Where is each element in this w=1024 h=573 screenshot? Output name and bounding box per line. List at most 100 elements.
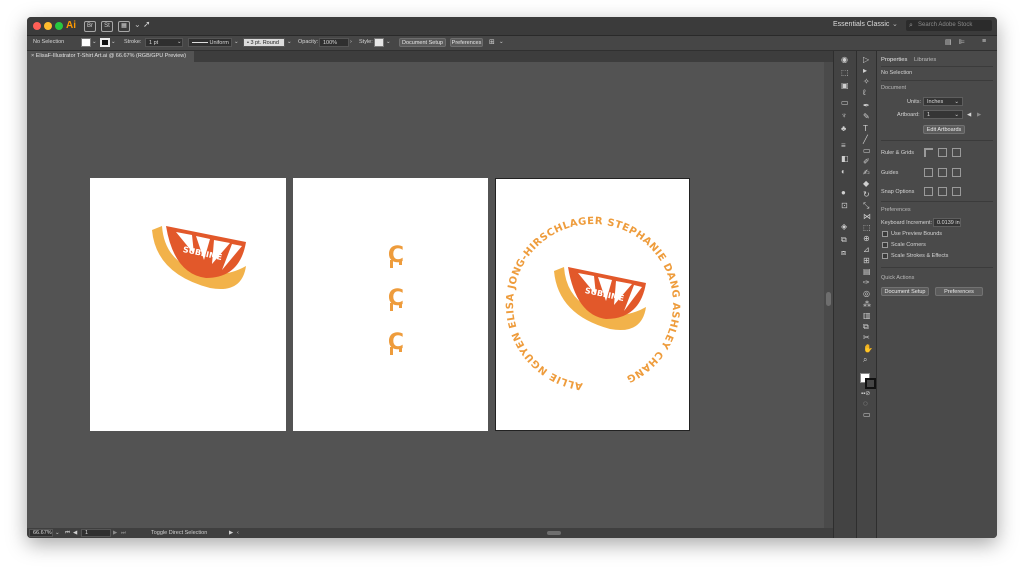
scale-tool-icon[interactable]: ⤡ — [863, 202, 869, 210]
color-mode-icon[interactable]: ▪▪⊘ — [861, 390, 870, 398]
workspace-chevron-icon[interactable]: ⌄ — [892, 20, 898, 28]
direct-selection-tool-icon[interactable]: ▸ — [863, 67, 867, 75]
opacity-arrow-icon[interactable]: › — [350, 39, 352, 45]
zoom-tool-icon[interactable]: ⌕ — [863, 356, 867, 364]
stroke-swatch[interactable] — [100, 38, 110, 47]
show-guides-icon[interactable] — [924, 168, 933, 177]
align-icon[interactable]: ▤ — [945, 38, 952, 46]
pixel-grid-icon[interactable] — [952, 148, 961, 157]
opacity-label[interactable]: Opacity: — [298, 39, 318, 45]
width-tool-icon[interactable]: ⋈ — [863, 213, 871, 221]
graphic-style-swatch[interactable] — [374, 38, 384, 47]
curvature-tool-icon[interactable]: ✎ — [863, 113, 870, 121]
gradient-icon[interactable]: ◧ — [841, 155, 849, 163]
shape-builder-tool-icon[interactable]: ⊕ — [863, 235, 870, 243]
status-menu-icon[interactable]: ▶ — [229, 530, 233, 536]
blend-tool-icon[interactable]: ◎ — [863, 290, 870, 298]
rotate-tool-icon[interactable]: ↻ — [863, 191, 870, 199]
layers-icon[interactable]: ◈ — [841, 223, 847, 231]
stroke-chevron-icon[interactable]: ⌄ — [111, 39, 116, 45]
shaper-tool-icon[interactable]: ✍ — [863, 169, 870, 177]
transparency-icon[interactable]: ◐ — [841, 168, 846, 176]
lasso-tool-icon[interactable]: ℓ — [863, 89, 866, 97]
type-tool-icon[interactable]: T — [863, 125, 868, 133]
zoom-window-button[interactable] — [55, 22, 63, 30]
artboard-1[interactable]: SUBLIME — [90, 178, 286, 431]
color-icon[interactable]: ● — [841, 189, 846, 197]
symbol-sprayer-tool-icon[interactable]: ⁂ — [863, 301, 871, 309]
snap-to-point-icon[interactable] — [924, 187, 933, 196]
use-preview-bounds-checkbox[interactable] — [882, 231, 888, 237]
export-icon[interactable]: ⬚ — [841, 69, 849, 77]
perspective-grid-tool-icon[interactable]: ⊿ — [863, 246, 870, 254]
scale-strokes-checkbox[interactable] — [882, 253, 888, 259]
status-back-icon[interactable]: ‹ — [237, 530, 239, 536]
scale-corners-checkbox[interactable] — [882, 242, 888, 248]
stroke-weight-chevron-icon[interactable]: ⌄ — [177, 39, 182, 45]
bridge-icon[interactable]: Br — [84, 21, 96, 32]
artboard-navigation-field[interactable]: 1 — [81, 529, 111, 537]
transform-chevron-icon[interactable]: ⌄ — [499, 39, 504, 45]
document-setup-panel-button[interactable]: Document Setup — [881, 287, 929, 296]
brush-chevron-icon[interactable]: ⌄ — [287, 39, 292, 45]
close-window-button[interactable] — [33, 22, 41, 30]
zoom-chevron-icon[interactable]: ⌄ — [55, 530, 60, 536]
tab-properties[interactable]: Properties — [881, 57, 907, 63]
distribute-icon[interactable]: ⊫ — [959, 38, 965, 46]
artboard-tool-icon[interactable]: ⧉ — [863, 323, 869, 331]
canvas[interactable]: SUBLIME C C C ALLIE NGUYEN ELISA JONG-HI… — [27, 62, 833, 528]
send-icon[interactable]: ➚ — [143, 19, 151, 30]
hand-tool-icon[interactable]: ✋ — [863, 345, 873, 353]
previous-artboard-icon[interactable]: ◀ — [73, 530, 77, 536]
fill-chevron-icon[interactable]: ⌄ — [92, 39, 97, 45]
brushes-icon[interactable]: ♆ — [841, 112, 847, 120]
opacity-field[interactable]: 100% — [319, 38, 349, 47]
stock-icon[interactable]: St — [101, 21, 113, 32]
artboard-2[interactable]: C C C — [293, 178, 488, 431]
next-artboard-icon[interactable]: ▶ — [113, 530, 117, 536]
preferences-panel-button[interactable]: Preferences — [935, 287, 983, 296]
brush-definition[interactable]: • 3 pt. Round — [243, 38, 285, 47]
navigator-icon[interactable]: ▣ — [841, 82, 849, 90]
tab-libraries[interactable]: Libraries — [914, 57, 936, 63]
zoom-field[interactable]: 66.67% — [29, 529, 53, 537]
eraser-tool-icon[interactable]: ◆ — [863, 180, 869, 188]
fill-swatch[interactable] — [81, 38, 91, 47]
links-icon[interactable]: ⧈ — [841, 249, 846, 257]
artboard-select[interactable]: 1 ⌄ — [923, 110, 963, 119]
horizontal-scroll-thumb[interactable] — [547, 531, 561, 535]
arrange-documents-icon[interactable]: ▦ — [118, 21, 130, 32]
symbols-icon[interactable]: ♣ — [841, 125, 846, 133]
paintbrush-tool-icon[interactable]: ✐ — [863, 158, 870, 166]
column-graph-tool-icon[interactable]: ▥ — [863, 312, 871, 320]
smart-guides-icon[interactable] — [952, 168, 961, 177]
snap-to-grid-icon[interactable] — [938, 187, 947, 196]
preferences-button[interactable]: Preferences — [450, 38, 483, 47]
units-select[interactable]: Inches ⌄ — [923, 97, 963, 106]
magic-wand-tool-icon[interactable]: ✧ — [863, 78, 870, 86]
variable-width-profile[interactable]: Uniform — [188, 38, 232, 47]
vertical-scrollbar[interactable] — [824, 62, 833, 528]
ruler-icon[interactable] — [924, 148, 933, 157]
workspace-switcher[interactable]: Essentials Classic — [833, 21, 889, 28]
profile-chevron-icon[interactable]: ⌄ — [234, 39, 239, 45]
minimize-window-button[interactable] — [44, 22, 52, 30]
next-artboard-panel-icon[interactable]: ▶ — [977, 112, 981, 118]
document-setup-button[interactable]: Document Setup — [399, 38, 446, 47]
rectangle-tool-icon[interactable]: ▭ — [863, 147, 871, 155]
panel-menu-icon[interactable]: ≡ — [982, 38, 986, 45]
lock-guides-icon[interactable] — [938, 168, 947, 177]
edit-artboards-button[interactable]: Edit Artboards — [923, 125, 965, 134]
artboards-icon[interactable]: ⧉ — [841, 236, 847, 244]
artboard-3[interactable]: ALLIE NGUYEN ELISA JONG-HIRSCHLAGER STEP… — [495, 178, 690, 431]
last-artboard-icon[interactable]: ⏭ — [121, 530, 126, 537]
free-transform-tool-icon[interactable]: ⬚ — [863, 224, 871, 232]
selection-tool-icon[interactable]: ▷ — [863, 56, 869, 64]
prev-artboard-icon[interactable]: ◀ — [967, 112, 971, 118]
line-tool-icon[interactable]: ╱ — [863, 136, 868, 144]
document-tab[interactable]: × ElisaF-Illustrator T-Shirt Art.ai @ 66… — [27, 51, 195, 62]
stroke-panel-icon[interactable]: ≡ — [841, 142, 846, 150]
first-artboard-icon[interactable]: ⏮ — [65, 530, 70, 537]
mesh-tool-icon[interactable]: ⊞ — [863, 257, 870, 265]
vertical-scroll-thumb[interactable] — [826, 292, 831, 306]
